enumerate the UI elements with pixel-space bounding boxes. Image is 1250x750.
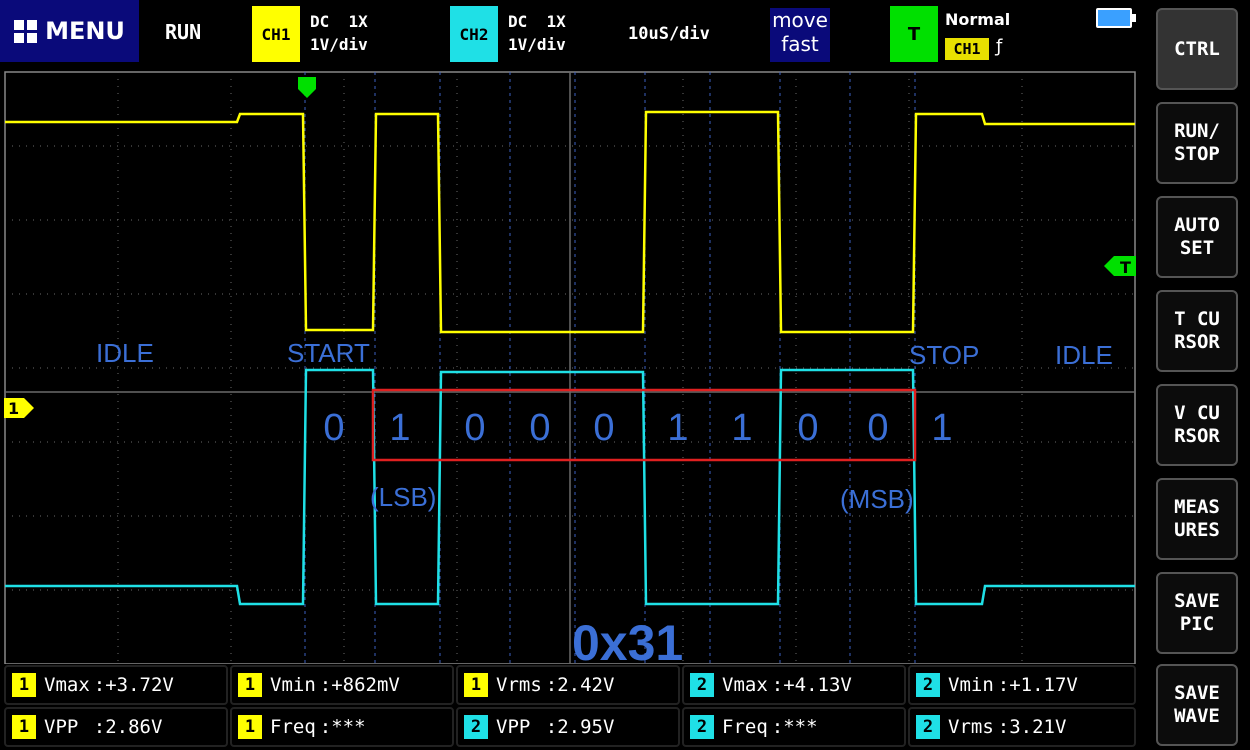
bit-label: 0 bbox=[323, 407, 344, 449]
ch1-coupling: DC 1X bbox=[310, 12, 368, 31]
measurement-channel-chip: 1 bbox=[238, 673, 262, 697]
run-state[interactable]: RUN bbox=[165, 20, 201, 44]
measurement-value: +4.13V bbox=[783, 674, 852, 696]
measurement-label: Freq bbox=[722, 716, 768, 738]
ch1-badge[interactable]: CH1 bbox=[252, 6, 300, 62]
measurement-value: *** bbox=[331, 716, 366, 738]
save-picture-button[interactable]: SAVE PIC bbox=[1156, 572, 1238, 654]
trigger-mode[interactable]: Normal bbox=[945, 10, 1010, 29]
menu-grid-icon bbox=[14, 19, 38, 43]
bit-label: 0 bbox=[593, 407, 614, 449]
measurement-label: Vmin bbox=[948, 674, 994, 696]
measurement-label: Vmax bbox=[722, 674, 768, 696]
rising-edge-icon: ƒ bbox=[996, 36, 1003, 57]
measurement-item[interactable]: 2 Vmin: +1.17V bbox=[908, 665, 1136, 705]
start-label: START bbox=[287, 338, 370, 368]
waveform-svg: T 1 IDLE START STOP IDLE (LSB) (MSB) 0x3… bbox=[4, 71, 1136, 671]
trigger-level-marker[interactable]: T bbox=[1104, 256, 1136, 277]
measurement-channel-chip: 2 bbox=[690, 673, 714, 697]
measurement-label: Vmax bbox=[44, 674, 90, 696]
bit-label: 1 bbox=[931, 407, 952, 449]
bit-labels: 0 1 0 0 0 1 1 0 0 1 bbox=[323, 407, 952, 449]
measurement-channel-chip: 1 bbox=[238, 715, 262, 739]
measurement-value: +3.72V bbox=[105, 674, 174, 696]
measurement-item[interactable]: 1 Vmin: +862mV bbox=[230, 665, 454, 705]
menu-button[interactable]: MENU bbox=[0, 0, 139, 62]
measurement-value: 3.21V bbox=[1009, 716, 1067, 738]
measurement-item[interactable]: 2 Vmax: +4.13V bbox=[682, 665, 906, 705]
measurement-value: *** bbox=[783, 716, 818, 738]
measurement-channel-chip: 2 bbox=[464, 715, 488, 739]
measurement-item[interactable]: 1 Vmax: +3.72V bbox=[4, 665, 228, 705]
msb-label: (MSB) bbox=[840, 484, 914, 514]
measurement-value: +862mV bbox=[331, 674, 400, 696]
bit-label: 1 bbox=[389, 407, 410, 449]
measurement-channel-chip: 1 bbox=[464, 673, 488, 697]
measurement-item[interactable]: 2 Vrms:3.21V bbox=[908, 707, 1136, 747]
bit-label: 1 bbox=[731, 407, 752, 449]
time-cursor-button[interactable]: T CU RSOR bbox=[1156, 290, 1238, 372]
measurement-label: Vrms bbox=[496, 674, 542, 696]
trigger-badge[interactable]: T bbox=[890, 6, 938, 62]
auto-set-button[interactable]: AUTO SET bbox=[1156, 196, 1238, 278]
ch2-coupling: DC 1X bbox=[508, 12, 566, 31]
measurement-item[interactable]: 2 VPP :2.95V bbox=[456, 707, 680, 747]
measurement-label: VPP bbox=[44, 716, 90, 738]
measurement-channel-chip: 1 bbox=[12, 673, 36, 697]
measurement-item[interactable]: 1 VPP :2.86V bbox=[4, 707, 228, 747]
ch1-settings[interactable]: DC 1X 1V/div bbox=[310, 10, 368, 56]
ch2-badge[interactable]: CH2 bbox=[450, 6, 498, 62]
measurement-channel-chip: 2 bbox=[916, 715, 940, 739]
measurement-label: Vmin bbox=[270, 674, 316, 696]
measurement-item[interactable]: 1 Vrms:2.42V bbox=[456, 665, 680, 705]
measurement-value: +1.17V bbox=[1009, 674, 1078, 696]
idle-left-label: IDLE bbox=[96, 338, 154, 368]
measurement-label: Freq bbox=[270, 716, 316, 738]
ctrl-button[interactable]: CTRL bbox=[1156, 8, 1238, 90]
bit-label: 0 bbox=[529, 407, 550, 449]
measurement-value: 2.86V bbox=[105, 716, 163, 738]
battery-icon bbox=[1096, 8, 1136, 28]
waveform-display[interactable]: T 1 IDLE START STOP IDLE (LSB) (MSB) 0x3… bbox=[0, 68, 1150, 671]
trigger-level-label: T bbox=[1120, 258, 1131, 277]
measurement-label: VPP bbox=[496, 716, 542, 738]
lsb-label: (LSB) bbox=[370, 482, 436, 512]
measurement-value: 2.95V bbox=[557, 716, 615, 738]
bit-label: 0 bbox=[797, 407, 818, 449]
measures-button[interactable]: MEAS URES bbox=[1156, 478, 1238, 560]
run-stop-button[interactable]: RUN/ STOP bbox=[1156, 102, 1238, 184]
move-line1: move bbox=[772, 8, 828, 32]
ch1-scale: 1V/div bbox=[310, 35, 368, 54]
timebase[interactable]: 10uS/div bbox=[628, 24, 710, 44]
trigger-position-marker[interactable] bbox=[298, 77, 316, 98]
save-wave-button[interactable]: SAVE WAVE bbox=[1156, 664, 1238, 746]
voltage-cursor-button[interactable]: V CU RSOR bbox=[1156, 384, 1238, 466]
bit-label: 1 bbox=[667, 407, 688, 449]
measurement-channel-chip: 1 bbox=[12, 715, 36, 739]
ch1-ground-label: 1 bbox=[8, 399, 19, 418]
bit-label: 0 bbox=[464, 407, 485, 449]
move-speed-button[interactable]: move fast bbox=[770, 8, 830, 62]
sidebar: CTRL RUN/ STOP AUTO SET T CU RSOR V CU R… bbox=[1150, 0, 1250, 750]
menu-label: MENU bbox=[45, 17, 125, 45]
measurement-channel-chip: 2 bbox=[916, 673, 940, 697]
measurement-value: 2.42V bbox=[557, 674, 615, 696]
measurement-item[interactable]: 2 Freq: *** bbox=[682, 707, 906, 747]
measurement-label: Vrms bbox=[948, 716, 994, 738]
measurement-item[interactable]: 1 Freq: *** bbox=[230, 707, 454, 747]
stop-label: STOP bbox=[909, 340, 979, 370]
hex-value-label: 0x31 bbox=[572, 615, 683, 664]
ch2-scale: 1V/div bbox=[508, 35, 566, 54]
ch2-settings[interactable]: DC 1X 1V/div bbox=[508, 10, 566, 56]
top-bar: MENU RUN CH1 DC 1X 1V/div CH2 DC 1X 1V/d… bbox=[0, 0, 1150, 68]
measurement-channel-chip: 2 bbox=[690, 715, 714, 739]
bit-label: 0 bbox=[867, 407, 888, 449]
trigger-source[interactable]: CH1 bbox=[945, 38, 989, 60]
ch1-ground-marker[interactable]: 1 bbox=[4, 398, 34, 418]
move-line2: fast bbox=[781, 32, 819, 56]
idle-right-label: IDLE bbox=[1055, 340, 1113, 370]
